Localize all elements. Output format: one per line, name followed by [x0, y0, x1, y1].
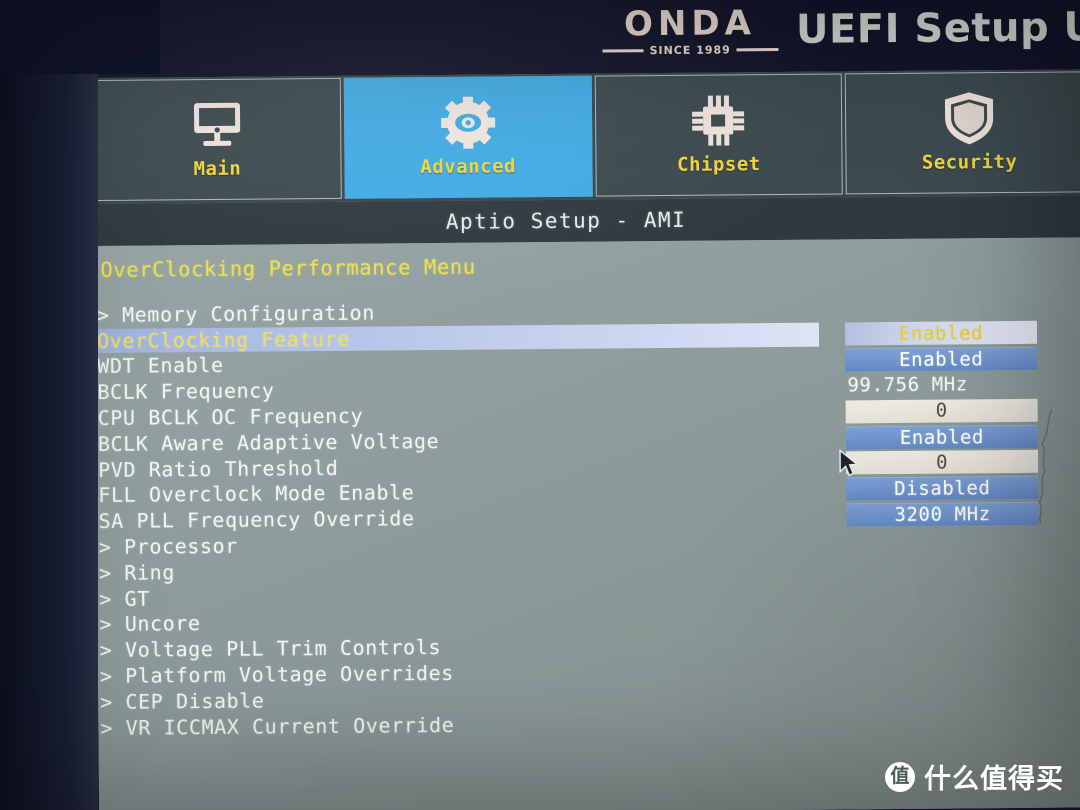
- setting-label: > GT: [99, 586, 150, 611]
- setting-value[interactable]: Disabled: [846, 475, 1039, 501]
- setting-value[interactable]: 0: [845, 398, 1038, 424]
- setting-value[interactable]: 3200 MHz: [846, 501, 1039, 527]
- setting-value[interactable]: Enabled: [845, 346, 1038, 372]
- setting-value[interactable]: 99.756 MHz: [845, 373, 1037, 398]
- tab-main-label: Main: [193, 157, 242, 180]
- value-row: 3200 MHz: [844, 500, 1040, 528]
- monitor-bezel-corner: [0, 0, 160, 74]
- value-row: Enabled: [844, 423, 1040, 451]
- onda-logo: ONDA SINCE 1989: [602, 3, 779, 58]
- values-column: Enabled Enabled 99.756 MHz 0 Enabled 0 Disable…: [843, 320, 1041, 528]
- app-title: UEFI Setup Uti: [795, 3, 1080, 53]
- header-band: ONDA SINCE 1989 UEFI Setup Uti: [92, 0, 1080, 78]
- setting-label: WDT Enable: [97, 353, 224, 379]
- watermark-text: 什么值得买: [924, 764, 1064, 795]
- rule-right: [736, 48, 779, 52]
- setting-label: PVD Ratio Threshold: [98, 455, 339, 482]
- tab-bar: Main Advanced Chipset Security: [92, 69, 1080, 204]
- value-row: Enabled: [843, 320, 1039, 348]
- watermark-badge: 值: [885, 761, 915, 792]
- watermark: 值 什么值得买: [885, 757, 1064, 796]
- setting-label: > CEP Disable: [100, 688, 265, 714]
- setting-label: > VR ICCMAX Current Override: [100, 712, 455, 740]
- tab-advanced[interactable]: Advanced: [343, 75, 593, 199]
- setting-value[interactable]: 0: [846, 450, 1039, 475]
- value-row: Disabled: [844, 475, 1040, 503]
- setting-label: OverClocking Feature: [96, 326, 350, 353]
- value-row: 0: [844, 397, 1040, 425]
- tab-security-label: Security: [921, 150, 1018, 174]
- setting-label: FLL Overclock Mode Enable: [98, 480, 415, 508]
- tab-advanced-label: Advanced: [420, 154, 516, 178]
- setting-label: > Platform Voltage Overrides: [99, 660, 454, 689]
- setting-label: > Memory Configuration: [96, 300, 376, 327]
- chip-icon: [687, 91, 750, 150]
- shield-icon: [938, 89, 1001, 148]
- value-row: 99.756 MHz: [843, 371, 1039, 399]
- setup-body: OverClocking Performance Menu > Memory C…: [94, 237, 1080, 810]
- setting-value[interactable]: Enabled: [845, 424, 1038, 450]
- monitor-icon: [186, 95, 249, 154]
- tab-chipset[interactable]: Chipset: [594, 73, 844, 197]
- monitor-bezel-left: [0, 0, 98, 810]
- setting-label: > Uncore: [99, 611, 201, 637]
- aptio-status-text: Aptio Setup - AMI: [445, 207, 687, 234]
- setting-label: BCLK Frequency: [97, 378, 275, 405]
- screen-scratch-artifact: [1026, 406, 1067, 526]
- setting-label: CPU BCLK OC Frequency: [97, 403, 364, 431]
- brand-since: SINCE 1989: [649, 43, 731, 58]
- tab-main[interactable]: Main: [92, 77, 342, 201]
- page-title: OverClocking Performance Menu: [100, 254, 476, 282]
- gear-icon: [437, 93, 500, 152]
- tab-chipset-label: Chipset: [676, 152, 761, 176]
- rule-left: [602, 49, 644, 53]
- setting-label: > Ring: [98, 560, 176, 585]
- tab-security[interactable]: Security: [844, 71, 1080, 195]
- brand-rule: SINCE 1989: [602, 43, 779, 58]
- setting-label: BCLK Aware Adaptive Voltage: [97, 428, 440, 456]
- setting-label: SA PLL Frequency Override: [98, 506, 415, 534]
- brand-name: ONDA: [623, 3, 757, 45]
- bios-screen: ONDA SINCE 1989 UEFI Setup Uti Main Adva…: [92, 0, 1080, 810]
- setting-value[interactable]: Enabled: [844, 321, 1038, 346]
- value-row: 0: [844, 449, 1040, 477]
- monitor-photo: ONDA SINCE 1989 UEFI Setup Uti Main Adva…: [0, 0, 1080, 810]
- setting-label: > Processor: [98, 533, 238, 560]
- setting-label: > Voltage PLL Trim Controls: [99, 635, 442, 663]
- value-row: Enabled: [843, 346, 1039, 374]
